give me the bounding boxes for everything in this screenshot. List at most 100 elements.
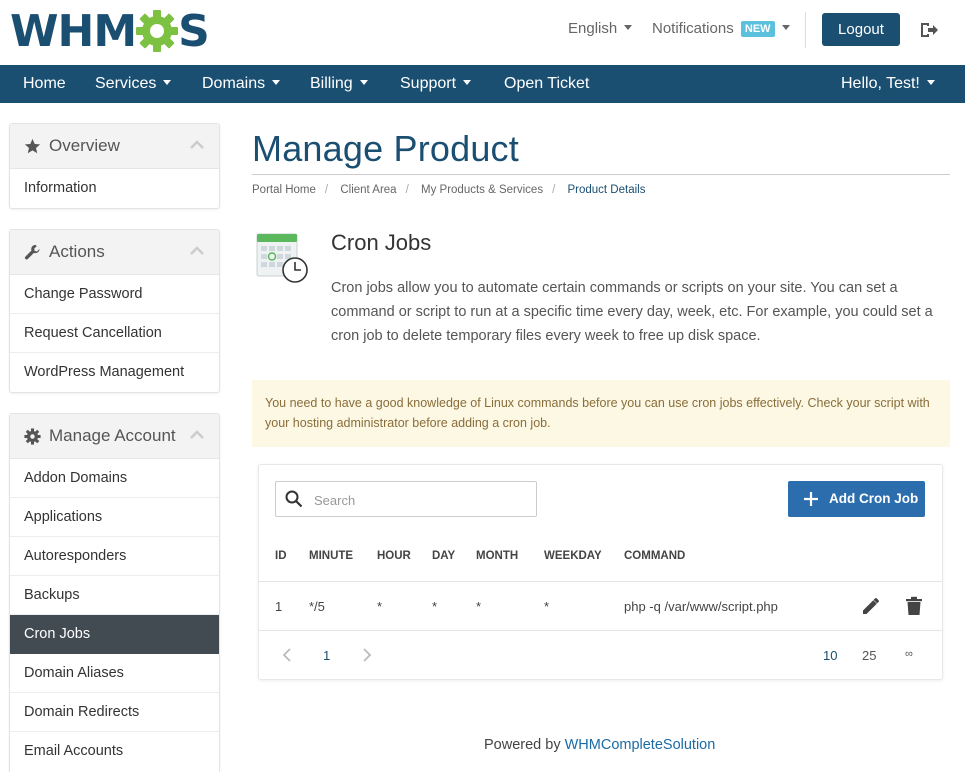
nav-services[interactable]: Services — [95, 65, 172, 103]
section-title: Cron Jobs — [331, 230, 432, 255]
new-badge: NEW — [740, 21, 775, 37]
chevron-right-icon[interactable] — [361, 647, 373, 663]
nav-billing[interactable]: Billing — [310, 65, 368, 103]
cell-hour: * — [377, 599, 383, 614]
sidebar-item-domain-aliases[interactable]: Domain Aliases — [10, 654, 219, 693]
logout-button[interactable]: Logout — [822, 13, 900, 46]
breadcrumb-portal-home[interactable]: Portal Home — [252, 184, 316, 196]
sign-out-icon[interactable] — [919, 20, 939, 40]
add-cron-job-label: Add Cron Job — [829, 491, 919, 506]
column-header-id[interactable]: ID — [275, 550, 287, 562]
column-header-weekday[interactable]: WEEKDAY — [544, 550, 602, 562]
page-size-25[interactable]: 25 — [862, 648, 876, 663]
footer: Powered by WHMCompleteSolution — [484, 737, 715, 753]
header-divider — [805, 12, 806, 48]
breadcrumb-client-area[interactable]: Client Area — [340, 184, 396, 196]
panel-header-overview[interactable]: Overview — [10, 124, 219, 169]
main-navbar: Home Services Domains Billing Support Op… — [0, 65, 965, 103]
sidebar-item-cron-jobs[interactable]: Cron Jobs — [10, 615, 219, 654]
column-header-hour[interactable]: HOUR — [377, 550, 411, 562]
notifications-label: Notifications — [652, 20, 734, 37]
page-size-all[interactable]: ∞ — [905, 648, 913, 660]
panel-title-overview: Overview — [49, 136, 120, 155]
nav-support[interactable]: Support — [400, 65, 472, 103]
logo-text-left: WHM — [10, 5, 137, 57]
breadcrumb: Portal Home / Client Area / My Products & … — [252, 184, 646, 196]
wrench-icon — [24, 244, 40, 260]
sidebar-item-request-cancellation[interactable]: Request Cancellation — [10, 314, 219, 353]
panel-header-actions[interactable]: Actions — [10, 230, 219, 275]
site-header: WHM S English Notifications NEW Logout — [0, 0, 965, 65]
nav-billing-label: Billing — [310, 75, 353, 92]
chevron-up-icon[interactable] — [190, 246, 204, 256]
column-header-command[interactable]: COMMAND — [624, 550, 685, 562]
sidebar-item-autoresponders[interactable]: Autoresponders — [10, 537, 219, 576]
panel-title-actions: Actions — [49, 242, 105, 261]
language-dropdown[interactable]: English — [568, 20, 633, 37]
gear-icon — [24, 428, 41, 445]
title-divider — [252, 174, 950, 175]
notifications-dropdown[interactable]: Notifications NEW — [652, 20, 790, 37]
user-greeting: Hello, Test! — [841, 75, 920, 92]
column-header-minute[interactable]: MINUTE — [309, 550, 353, 562]
whmcs-logo[interactable]: WHM S — [10, 5, 210, 57]
caret-down-icon — [624, 25, 633, 30]
nav-support-label: Support — [400, 75, 457, 92]
sidebar-item-change-password[interactable]: Change Password — [10, 275, 219, 314]
panel-title-manage-account: Manage Account — [49, 426, 176, 445]
chevron-left-icon[interactable] — [281, 647, 293, 663]
sidebar-panel-overview: Overview Information — [9, 123, 220, 209]
panel-header-manage-account[interactable]: Manage Account — [10, 414, 219, 459]
table-divider — [259, 581, 942, 582]
caret-down-icon — [163, 80, 172, 85]
chevron-up-icon[interactable] — [190, 430, 204, 440]
cell-minute: */5 — [309, 599, 325, 614]
sidebar-item-email-accounts[interactable]: Email Accounts — [10, 732, 219, 771]
nav-user-menu[interactable]: Hello, Test! — [841, 65, 935, 103]
sidebar-item-information[interactable]: Information — [10, 169, 219, 208]
warning-alert: You need to have a good knowledge of Lin… — [252, 380, 950, 447]
nav-home[interactable]: Home — [23, 65, 66, 103]
logo-text-right: S — [178, 5, 210, 57]
nav-open-ticket-label: Open Ticket — [504, 75, 590, 92]
pencil-edit-icon[interactable] — [861, 596, 881, 616]
caret-down-icon — [359, 80, 368, 85]
footer-link[interactable]: WHMCompleteSolution — [565, 737, 716, 753]
page-size-10[interactable]: 10 — [823, 648, 837, 663]
language-label: English — [568, 20, 618, 37]
cell-day: * — [432, 599, 438, 614]
nav-services-label: Services — [95, 75, 157, 92]
search-field[interactable] — [275, 481, 537, 517]
nav-open-ticket[interactable]: Open Ticket — [504, 65, 589, 103]
plus-icon — [804, 492, 818, 506]
column-header-day[interactable]: DAY — [432, 550, 455, 562]
sidebar-item-applications[interactable]: Applications — [10, 498, 219, 537]
caret-down-icon — [272, 80, 281, 85]
trash-delete-icon[interactable] — [905, 596, 923, 616]
nav-domains[interactable]: Domains — [202, 65, 281, 103]
nav-domains-label: Domains — [202, 75, 266, 92]
caret-down-icon — [926, 80, 935, 85]
sidebar-item-addon-domains[interactable]: Addon Domains — [10, 459, 219, 498]
calendar-clock-icon — [256, 233, 308, 283]
sidebar-item-backups[interactable]: Backups — [10, 576, 219, 615]
search-icon — [285, 490, 303, 508]
cell-id: 1 — [275, 599, 283, 614]
nav-home-label: Home — [23, 75, 66, 92]
footer-prefix: Powered by — [484, 737, 561, 753]
sidebar-panel-manage-account: Manage Account Addon Domains Application… — [9, 413, 220, 772]
add-cron-job-button[interactable]: Add Cron Job — [788, 481, 925, 517]
sidebar-item-wordpress-management[interactable]: WordPress Management — [10, 353, 219, 392]
table-divider — [259, 630, 942, 631]
cron-jobs-card: Add Cron Job ID MINUTE HOUR DAY MONTH WE… — [258, 464, 943, 680]
column-header-month[interactable]: MONTH — [476, 550, 518, 562]
breadcrumb-my-products[interactable]: My Products & Services — [421, 184, 543, 196]
cell-month: * — [476, 599, 482, 614]
cell-weekday: * — [544, 599, 550, 614]
page-title: Manage Product — [252, 128, 519, 169]
section-description: Cron jobs allow you to automate certain … — [331, 280, 933, 344]
pagination-page[interactable]: 1 — [323, 648, 330, 663]
sidebar-item-domain-redirects[interactable]: Domain Redirects — [10, 693, 219, 732]
search-input[interactable] — [314, 490, 524, 510]
chevron-up-icon[interactable] — [190, 140, 204, 150]
